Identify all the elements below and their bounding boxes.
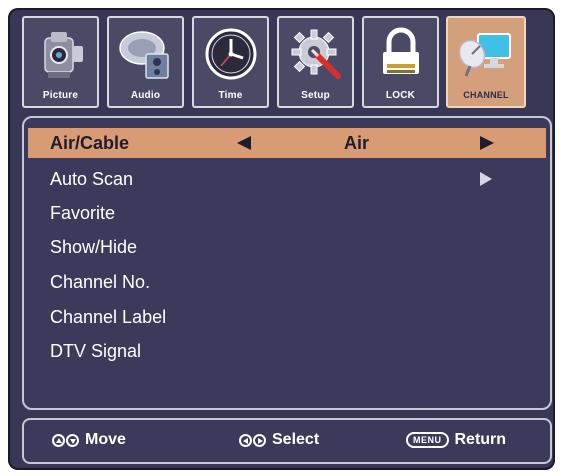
menu-item-label: Favorite	[50, 203, 116, 223]
tab-label: Setup	[301, 90, 330, 101]
menu-item-label: Air/Cable	[50, 133, 130, 153]
left-key-icon	[239, 433, 252, 447]
tab-bar: Picture Audio Time Setup LOCK CHANNEL	[22, 16, 552, 112]
hint-move: Move	[52, 431, 126, 449]
tab-channel[interactable]: CHANNEL	[446, 16, 526, 108]
speaker-dish-icon	[116, 24, 176, 84]
tab-picture[interactable]: Picture	[22, 16, 99, 108]
menu-item-show-hide[interactable]: Show/Hide	[28, 232, 546, 262]
menu-item-label: Channel Label	[50, 307, 167, 327]
menu-item-dtv-signal[interactable]: DTV Signal	[28, 336, 546, 366]
right-key-icon	[253, 433, 266, 447]
gear-screwdriver-icon	[286, 24, 346, 84]
arrow-left-icon[interactable]	[237, 136, 251, 150]
camcorder-icon	[31, 24, 91, 84]
satellite-monitor-icon	[456, 24, 516, 84]
channel-menu: Air/Cable Air Auto Scan Favorite Show/Hi…	[22, 116, 552, 410]
menu-item-value: Air	[344, 133, 370, 153]
hint-move-label: Move	[85, 431, 126, 448]
menu-item-channel-no[interactable]: Channel No.	[28, 267, 546, 297]
tab-lock[interactable]: LOCK	[362, 16, 439, 108]
tab-label: Audio	[130, 90, 161, 101]
hint-select-label: Select	[272, 431, 320, 448]
up-key-icon	[52, 433, 65, 447]
menu-item-auto-scan[interactable]: Auto Scan	[28, 164, 546, 194]
tab-label: Time	[218, 90, 243, 101]
tab-audio[interactable]: Audio	[107, 16, 184, 108]
menu-item-label: DTV Signal	[50, 341, 142, 361]
tab-setup[interactable]: Setup	[277, 16, 354, 108]
key-hint-bar: Move Select MENU Return	[22, 418, 552, 464]
hint-return-label: Return	[454, 431, 507, 448]
clock-icon	[201, 24, 261, 84]
menu-item-label: Auto Scan	[50, 169, 134, 189]
menu-item-air-cable[interactable]: Air/Cable Air	[28, 128, 546, 158]
left-right-keys-icon	[239, 433, 266, 447]
tab-label: LOCK	[385, 90, 416, 101]
hint-select: Select	[239, 431, 319, 449]
hint-return: MENU Return	[406, 431, 506, 449]
arrow-right-icon[interactable]	[480, 136, 494, 150]
tab-label: Picture	[42, 90, 79, 101]
tab-label: CHANNEL	[463, 90, 509, 100]
padlock-icon	[371, 24, 431, 84]
menu-item-favorite[interactable]: Favorite	[28, 198, 546, 228]
tab-time[interactable]: Time	[192, 16, 269, 108]
menu-key-icon: MENU	[406, 432, 449, 448]
menu-item-label: Channel No.	[50, 272, 151, 292]
down-key-icon	[66, 433, 79, 447]
menu-item-label: Show/Hide	[50, 237, 138, 257]
submenu-arrow-icon	[480, 172, 492, 186]
up-down-keys-icon	[52, 433, 79, 447]
menu-item-channel-label[interactable]: Channel Label	[28, 302, 546, 332]
